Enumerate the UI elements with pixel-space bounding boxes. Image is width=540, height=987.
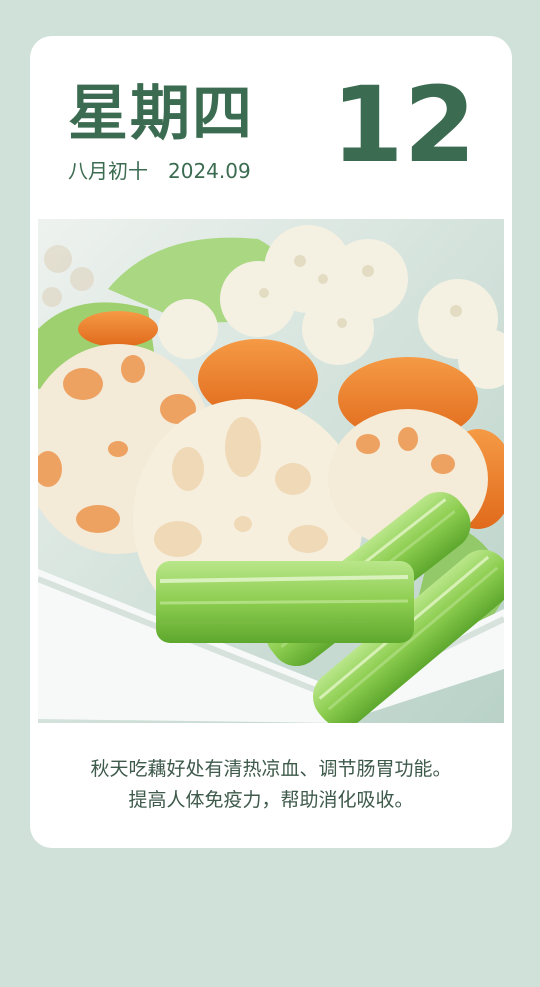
caption: 秋天吃藕好处有清热凉血、调节肠胃功能。 提高人体免疫力，帮助消化吸收。 xyxy=(30,754,512,816)
year-month: 2024.09 xyxy=(168,159,251,183)
food-illustration xyxy=(38,219,504,723)
lunar-date: 八月初十 xyxy=(68,159,148,183)
day-number: 12 xyxy=(331,64,476,186)
calendar-card: 星期四 八月初十 2024.09 12 秋天吃藕好处有清热凉血、调节肠胃功能。 … xyxy=(30,36,512,848)
weekday-title: 星期四 xyxy=(68,79,254,149)
caption-line-1: 秋天吃藕好处有清热凉血、调节肠胃功能。 xyxy=(90,758,452,780)
caption-line-2: 提高人体免疫力，帮助消化吸收。 xyxy=(128,789,414,811)
date-line: 八月初十 2024.09 xyxy=(68,156,251,186)
food-photo xyxy=(38,219,504,723)
